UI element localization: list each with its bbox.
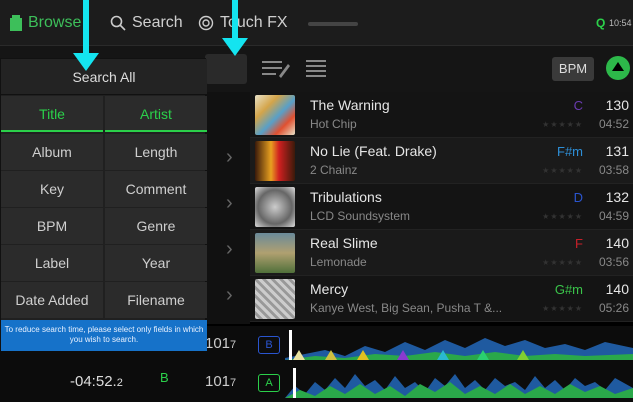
field-album[interactable]: Album (1, 134, 103, 170)
album-art (255, 279, 295, 319)
track-artist: Kanye West, Big Sean, Pusha T &... (310, 301, 503, 315)
bpm-sort-button[interactable]: BPM (552, 57, 594, 81)
browse-tab[interactable]: Browse (10, 14, 81, 32)
search-hint: To reduce search time, please select onl… (1, 320, 207, 351)
track-row[interactable]: Tribulations LCD Soundsystem D ★★★★★ 132… (250, 184, 633, 230)
track-bpm: 130 (605, 97, 629, 113)
track-bpm: 131 (605, 143, 629, 159)
deck-bpm: 1017 (205, 335, 237, 352)
rating-stars[interactable]: ★★★★★ (542, 120, 583, 129)
track-artist: LCD Soundsystem (310, 209, 411, 223)
deck-badge[interactable]: B (258, 336, 280, 354)
search-fields-panel: Search All Title Artist Album Length Key… (0, 58, 207, 351)
track-row[interactable]: No Lie (Feat. Drake) 2 Chainz F#m ★★★★★ … (250, 138, 633, 184)
track-artist: Hot Chip (310, 117, 357, 131)
field-genre[interactable]: Genre (105, 208, 207, 244)
search-field-area[interactable] (205, 54, 247, 84)
rating-stars[interactable]: ★★★★★ (542, 258, 583, 267)
folder-icon (10, 15, 22, 31)
top-bar: Browse Search Touch FX Q 10:54 am (0, 0, 633, 46)
chevron-right-icon[interactable]: › (226, 284, 233, 307)
track-title: Tribulations (310, 189, 382, 205)
track-row[interactable]: Real Slime Lemonade F ★★★★★ 140 03:56 (250, 230, 633, 276)
track-key: G#m (554, 282, 583, 297)
track-artist: 2 Chainz (310, 163, 358, 177)
field-bpm[interactable]: BPM (1, 208, 103, 244)
track-key: D (573, 190, 583, 205)
album-art (255, 141, 295, 181)
touch-fx-tab[interactable]: Touch FX (198, 14, 288, 32)
waveform[interactable] (285, 328, 633, 362)
track-length: 03:56 (598, 255, 629, 269)
track-bpm: 140 (605, 281, 629, 297)
track-row[interactable]: The Warning Hot Chip C ★★★★★ 130 04:52 (250, 92, 633, 138)
track-title: Real Slime (310, 235, 378, 251)
field-label[interactable]: Label (1, 245, 103, 281)
list-view-icon[interactable] (306, 58, 328, 80)
track-title: The Warning (310, 97, 390, 113)
track-length: 04:59 (598, 209, 629, 223)
field-date-added[interactable]: Date Added (1, 282, 103, 318)
chevron-right-icon[interactable]: › (226, 146, 233, 169)
rating-stars[interactable]: ★★★★★ (542, 304, 583, 313)
track-key: C (573, 98, 583, 113)
touch-fx-icon (198, 15, 214, 31)
track-length: 04:52 (598, 117, 629, 131)
field-filename[interactable]: Filename (105, 282, 207, 318)
track-title: Mercy (310, 281, 349, 297)
sort-direction-button[interactable] (606, 56, 630, 80)
drawer-handle[interactable] (308, 22, 358, 26)
field-year[interactable]: Year (105, 245, 207, 281)
deck-badge[interactable]: A (258, 374, 280, 392)
clock: 10:54 am (609, 18, 633, 28)
deck-remaining-time: -04:52.2 (70, 373, 123, 390)
search-all-button[interactable]: Search All (1, 59, 207, 95)
rating-stars[interactable]: ★★★★★ (542, 166, 583, 175)
quantize-indicator: Q (596, 16, 606, 30)
track-length: 03:58 (598, 163, 629, 177)
field-length[interactable]: Length (105, 134, 207, 170)
deck-label: B (160, 370, 169, 385)
track-bpm: 140 (605, 235, 629, 251)
search-label: Search (132, 14, 183, 31)
search-icon (110, 15, 126, 31)
field-artist[interactable]: Artist (105, 96, 207, 132)
search-tab[interactable]: Search (110, 14, 183, 32)
track-key: F (575, 236, 583, 251)
album-art (255, 233, 295, 273)
deck-info: -04:52.2 B 1017 (60, 364, 250, 402)
field-title[interactable]: Title (1, 96, 103, 132)
track-artist: Lemonade (310, 255, 367, 269)
edit-list-icon[interactable] (262, 58, 290, 80)
deck-bpm: 1017 (205, 373, 237, 390)
track-length: 05:26 (598, 301, 629, 315)
rating-stars[interactable]: ★★★★★ (542, 212, 583, 221)
field-key[interactable]: Key (1, 171, 103, 207)
album-art (255, 187, 295, 227)
touch-fx-label: Touch FX (220, 14, 288, 31)
browse-label: Browse (28, 14, 82, 31)
track-bpm: 132 (605, 189, 629, 205)
chevron-right-icon[interactable]: › (226, 238, 233, 261)
field-comment[interactable]: Comment (105, 171, 207, 207)
chevron-right-icon[interactable]: › (226, 192, 233, 215)
waveform[interactable] (285, 366, 633, 400)
album-art (255, 95, 295, 135)
deck-bottom: -04:52.2 B 1017 A (0, 364, 633, 402)
track-title: No Lie (Feat. Drake) (310, 143, 437, 159)
track-key: F#m (557, 144, 583, 159)
track-row[interactable]: Mercy Kanye West, Big Sean, Pusha T &...… (250, 276, 633, 322)
